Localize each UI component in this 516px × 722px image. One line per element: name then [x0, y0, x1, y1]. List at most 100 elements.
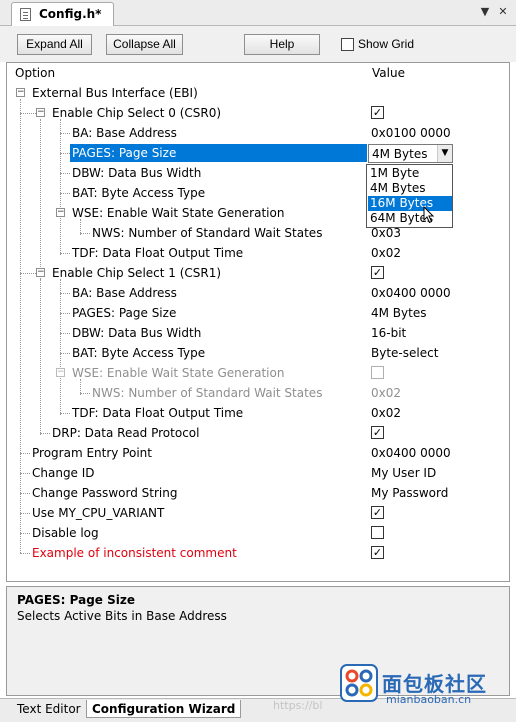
collapse-icon[interactable]: −: [56, 208, 65, 217]
show-grid-checkbox[interactable]: [341, 38, 354, 51]
tree-row-disabled[interactable]: − WSE: Enable Wait State Generation: [7, 363, 509, 383]
tree-line: [60, 313, 70, 314]
disable-log-checkbox[interactable]: [371, 526, 384, 539]
row-label: External Bus Interface (EBI): [32, 86, 198, 100]
row-label: BA: Base Address: [72, 126, 177, 140]
tree-row[interactable]: Change Password String My Password: [7, 483, 509, 503]
tree-row[interactable]: − External Bus Interface (EBI): [7, 83, 509, 103]
cpu-variant-checkbox[interactable]: ✓: [371, 506, 384, 519]
row-value[interactable]: 16-bit: [371, 326, 406, 340]
tree-row[interactable]: Change ID My User ID: [7, 463, 509, 483]
row-value[interactable]: 4M Bytes: [371, 306, 426, 320]
row-value[interactable]: 0x02: [371, 386, 401, 400]
close-icon[interactable]: ✕: [496, 5, 510, 19]
collapse-icon[interactable]: −: [36, 268, 45, 277]
row-value[interactable]: 0x02: [371, 246, 401, 260]
document-tab-bar: Config.h* ▼ ✕: [0, 0, 516, 26]
page-size-dropdown-list: 1M Byte 4M Bytes 16M Bytes 64M Bytes: [366, 164, 453, 228]
tree-row[interactable]: DRP: Data Read Protocol ✓: [7, 423, 509, 443]
row-value[interactable]: 0x03: [371, 226, 401, 240]
tree-line: [20, 513, 30, 514]
tree-row-warning[interactable]: Example of inconsistent comment ✓: [7, 543, 509, 563]
tree-row[interactable]: − Enable Chip Select 1 (CSR1) ✓: [7, 263, 509, 283]
row-label: WSE: Enable Wait State Generation: [72, 206, 285, 220]
file-icon: [20, 8, 31, 21]
tree-row[interactable]: TDF: Data Float Output Time 0x02: [7, 243, 509, 263]
row-label: Enable Chip Select 0 (CSR0): [52, 106, 222, 120]
tree-line: [80, 233, 90, 234]
row-label: PAGES: Page Size: [72, 306, 177, 320]
inconsistent-checkbox[interactable]: ✓: [371, 546, 384, 559]
mouse-cursor-icon: [423, 206, 435, 224]
row-value[interactable]: My Password: [371, 486, 448, 500]
collapse-icon[interactable]: −: [16, 88, 25, 97]
watermark-domain: mianbaoban.cn: [386, 693, 472, 706]
watermark: 面包板社区 mianbaoban.cn: [336, 662, 516, 722]
tree-row[interactable]: BA: Base Address 0x0100 0000: [7, 123, 509, 143]
tree-line: [60, 153, 70, 154]
tree-line: [60, 353, 70, 354]
tree-line: [60, 193, 70, 194]
tree-line: [60, 333, 70, 334]
collapse-icon[interactable]: −: [56, 368, 65, 377]
watermark-url: https://bl: [273, 699, 323, 712]
row-value[interactable]: 0x02: [371, 406, 401, 420]
tree-row[interactable]: PAGES: Page Size 4M Bytes: [7, 303, 509, 323]
dropdown-option[interactable]: 4M Bytes: [368, 181, 452, 196]
value-column-header: Value: [372, 66, 405, 80]
description-title: PAGES: Page Size: [17, 593, 136, 607]
combobox-value: 4M Bytes: [372, 147, 428, 161]
tab-text-editor[interactable]: Text Editor: [12, 700, 87, 718]
wse-checkbox[interactable]: [371, 366, 384, 379]
tree-row-disabled[interactable]: NWS: Number of Standard Wait States 0x02: [7, 383, 509, 403]
chevron-down-icon[interactable]: ▼: [437, 145, 452, 162]
row-label: NWS: Number of Standard Wait States: [92, 226, 323, 240]
tree-line: [20, 493, 30, 494]
row-value[interactable]: My User ID: [371, 466, 436, 480]
tree-row-selected[interactable]: PAGES: Page Size 4M Bytes ▼: [7, 143, 509, 163]
description-text: Selects Active Bits in Base Address: [17, 609, 227, 623]
help-button[interactable]: Help: [244, 34, 320, 55]
tree-row[interactable]: BAT: Byte Access Type Byte-select: [7, 343, 509, 363]
tree-line: [80, 393, 90, 394]
drp-checkbox[interactable]: ✓: [371, 426, 384, 439]
row-label: DRP: Data Read Protocol: [52, 426, 200, 440]
chevron-down-icon[interactable]: ▼: [478, 5, 492, 19]
csr1-checkbox[interactable]: ✓: [371, 266, 384, 279]
row-value[interactable]: Byte-select: [371, 346, 438, 360]
row-label: Enable Chip Select 1 (CSR1): [52, 266, 222, 280]
tree-row[interactable]: DBW: Data Bus Width 16-bit: [7, 323, 509, 343]
dropdown-option[interactable]: 64M Bytes: [368, 211, 452, 226]
row-value[interactable]: 0x0100 0000: [371, 126, 451, 140]
row-value[interactable]: 0x0400 0000: [371, 446, 451, 460]
toolbar: Expand All Collapse All Help Show Grid: [0, 26, 516, 62]
row-label: BAT: Byte Access Type: [72, 186, 206, 200]
row-label: WSE: Enable Wait State Generation: [72, 366, 285, 380]
collapse-icon[interactable]: −: [36, 108, 45, 117]
dropdown-option[interactable]: 1M Byte: [368, 166, 452, 181]
csr0-checkbox[interactable]: ✓: [371, 106, 384, 119]
tab-configuration-wizard[interactable]: Configuration Wizard: [86, 700, 242, 718]
tree-row[interactable]: TDF: Data Float Output Time 0x02: [7, 403, 509, 423]
tree-line: [20, 453, 30, 454]
option-column-header: Option: [15, 66, 56, 80]
tree-row[interactable]: Program Entry Point 0x0400 0000: [7, 443, 509, 463]
tree-row[interactable]: − Enable Chip Select 0 (CSR0) ✓: [7, 103, 509, 123]
row-label: Change Password String: [32, 486, 178, 500]
row-label: Use MY_CPU_VARIANT: [32, 506, 165, 520]
dropdown-option-highlighted[interactable]: 16M Bytes: [368, 196, 452, 211]
row-label: Change ID: [32, 466, 95, 480]
row-label: DBW: Data Bus Width: [72, 166, 202, 180]
tree-row[interactable]: Disable log: [7, 523, 509, 543]
collapse-all-button[interactable]: Collapse All: [106, 34, 183, 55]
tree-line: [20, 273, 36, 274]
row-value[interactable]: 0x0400 0000: [371, 286, 451, 300]
expand-all-button[interactable]: Expand All: [17, 34, 92, 55]
show-grid-label: Show Grid: [358, 37, 415, 51]
page-size-combobox[interactable]: 4M Bytes ▼: [368, 144, 453, 163]
tab-config-h[interactable]: Config.h*: [11, 2, 114, 26]
tree-line: [60, 253, 70, 254]
tree-row[interactable]: Use MY_CPU_VARIANT ✓: [7, 503, 509, 523]
row-label: BAT: Byte Access Type: [72, 346, 206, 360]
tree-row[interactable]: BA: Base Address 0x0400 0000: [7, 283, 509, 303]
